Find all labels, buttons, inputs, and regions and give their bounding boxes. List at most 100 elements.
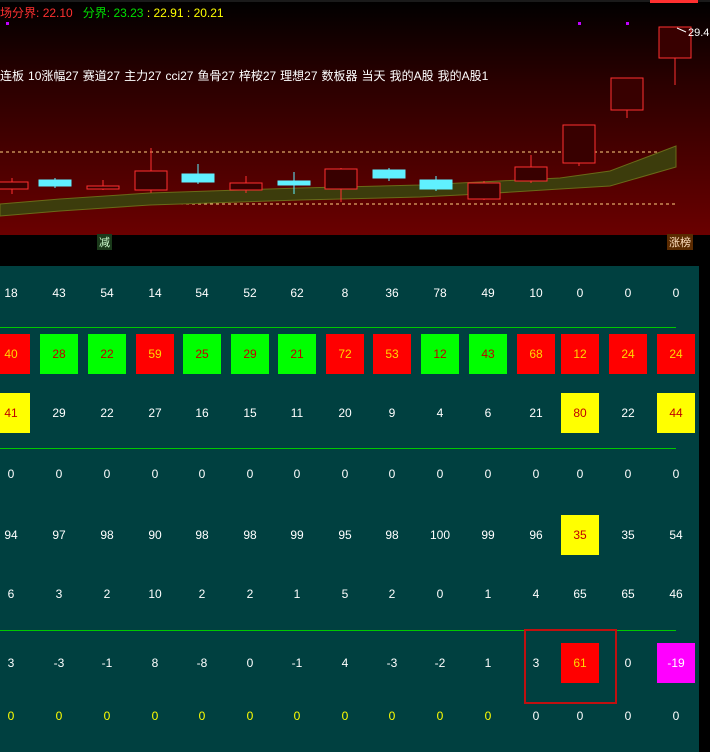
toolbar-item[interactable]: 主力27	[124, 69, 161, 83]
grid-cell: 22	[100, 406, 114, 420]
grid-cell: 0	[576, 286, 584, 300]
grid-cell: 0	[246, 709, 254, 723]
grid-cell: 43	[469, 334, 507, 374]
grid-cell: 0	[55, 467, 63, 481]
active-tab-marker	[650, 0, 698, 3]
toolbar-item[interactable]: 10涨幅27	[28, 69, 79, 83]
grid-cell: 6	[484, 406, 492, 420]
grid-cell: 0	[198, 467, 206, 481]
candle-body[interactable]	[86, 185, 120, 190]
candle-body[interactable]	[324, 168, 358, 190]
grid-cell: -1	[291, 656, 303, 670]
grid-cell: 0	[198, 709, 206, 723]
grid-cell: 3	[55, 587, 63, 601]
grid-cell: 5	[341, 587, 349, 601]
grid-cell: 94	[4, 528, 18, 542]
toolbar-item[interactable]: 梓桉27	[239, 69, 276, 83]
grid-cell: 22	[88, 334, 126, 374]
candle-body[interactable]	[419, 179, 453, 190]
grid-cell: 0	[672, 709, 680, 723]
grid-cell: 2	[198, 587, 206, 601]
candle-body[interactable]	[467, 182, 501, 200]
grid-cell: 0	[576, 467, 584, 481]
grid-cell: 4	[341, 656, 349, 670]
toolbar-item[interactable]: 数板器	[322, 69, 358, 83]
seg2-label: 分界:	[82, 6, 111, 20]
seg2-value: 23.23	[113, 6, 144, 20]
grid-cell: 12	[421, 334, 459, 374]
grid-cell: 8	[151, 656, 159, 670]
signal-dot	[578, 22, 581, 25]
candle-body[interactable]	[658, 26, 692, 59]
row-divider	[0, 448, 676, 449]
candle-body[interactable]	[134, 170, 168, 191]
grid-cell: 40	[0, 334, 30, 374]
indicator-toolbar: 连板 10涨幅27 赛道27 主力27 cci27 鱼骨27 梓桉27 理想27 数板器 当天 我的…	[0, 67, 492, 84]
grid-cell: 27	[148, 406, 162, 420]
toolbar-item[interactable]: 我的A股1	[438, 69, 489, 83]
grid-cell: 65	[621, 587, 635, 601]
grid-cell: -1	[101, 656, 113, 670]
grid-cell: 0	[576, 709, 584, 723]
grid-cell: 0	[388, 467, 396, 481]
grid-cell: 24	[609, 334, 647, 374]
grid-cell: 1	[293, 587, 301, 601]
toolbar-item[interactable]: cci27	[165, 69, 193, 83]
grid-cell: 59	[136, 334, 174, 374]
candle-body[interactable]	[372, 169, 406, 179]
indicator-header: 场分界: 22.10 分界: 23.23 : 22.91 : 20.21	[0, 4, 224, 21]
signal-dot	[6, 22, 9, 25]
candle-body[interactable]	[610, 77, 644, 111]
grid-cell: 0	[7, 467, 15, 481]
grid-cell: 24	[657, 334, 695, 374]
grid-cell: 98	[243, 528, 257, 542]
candle-body[interactable]	[229, 182, 263, 191]
candlestick-chart[interactable]: 29.4	[0, 0, 710, 248]
grid-cell: 0	[672, 286, 680, 300]
grid-cell: 10	[148, 587, 162, 601]
grid-cell: 68	[517, 334, 555, 374]
toolbar-item[interactable]: 当天	[362, 69, 386, 83]
grid-cell: 4	[436, 406, 444, 420]
grid-cell: 52	[243, 286, 257, 300]
grid-cell: 14	[148, 286, 162, 300]
grid-cell: 44	[657, 393, 695, 433]
sep1: :	[146, 6, 151, 20]
seg3-value: 22.91	[153, 6, 184, 20]
grid-cell: 36	[385, 286, 399, 300]
grid-cell: 0	[624, 709, 632, 723]
grid-cell: 3	[7, 656, 15, 670]
candle-body[interactable]	[181, 173, 215, 183]
tag-right[interactable]: 涨榜	[667, 234, 693, 250]
toolbar-item[interactable]: 赛道27	[83, 69, 120, 83]
toolbar-item[interactable]: 理想27	[280, 69, 317, 83]
candle-body[interactable]	[38, 179, 72, 187]
grid-cell: 12	[561, 334, 599, 374]
candle-body[interactable]	[277, 180, 311, 186]
candle-body[interactable]	[514, 166, 548, 182]
candle-body[interactable]	[562, 124, 596, 164]
seg1-value: 22.10	[42, 6, 73, 20]
grid-cell: 54	[100, 286, 114, 300]
grid-cell: 0	[341, 709, 349, 723]
grid-cell: 35	[561, 515, 599, 555]
toolbar-item[interactable]: 鱼骨27	[197, 69, 234, 83]
tag-left: 减	[97, 234, 112, 250]
grid-cell: 0	[246, 656, 254, 670]
grid-cell: 21	[278, 334, 316, 374]
grid-cell: 0	[151, 709, 159, 723]
grid-cell: 0	[624, 656, 632, 670]
signal-dot	[626, 22, 629, 25]
candle-body[interactable]	[0, 181, 29, 190]
grid-cell: 21	[529, 406, 543, 420]
toolbar-item[interactable]: 连板	[0, 69, 24, 83]
toolbar-item[interactable]: 我的A股	[390, 69, 434, 83]
grid-cell: 43	[52, 286, 66, 300]
seg1-label: 场分界:	[0, 6, 40, 20]
grid-cell: -19	[657, 643, 695, 683]
grid-cell: 35	[621, 528, 635, 542]
grid-cell: 78	[433, 286, 447, 300]
grid-cell: 2	[103, 587, 111, 601]
grid-cell: 28	[40, 334, 78, 374]
grid-cell: 97	[52, 528, 66, 542]
